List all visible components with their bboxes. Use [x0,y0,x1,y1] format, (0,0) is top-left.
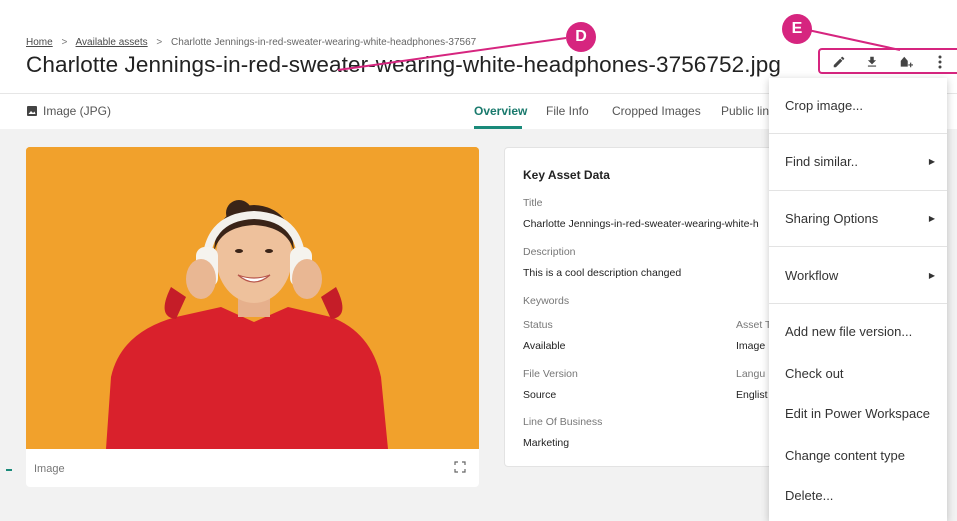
callout-e-line [807,29,901,51]
callout-badge-d: D [566,22,596,52]
callout-d-line [337,37,567,71]
annotation-overlay [6,29,901,471]
callout-badge-e: E [782,14,812,44]
